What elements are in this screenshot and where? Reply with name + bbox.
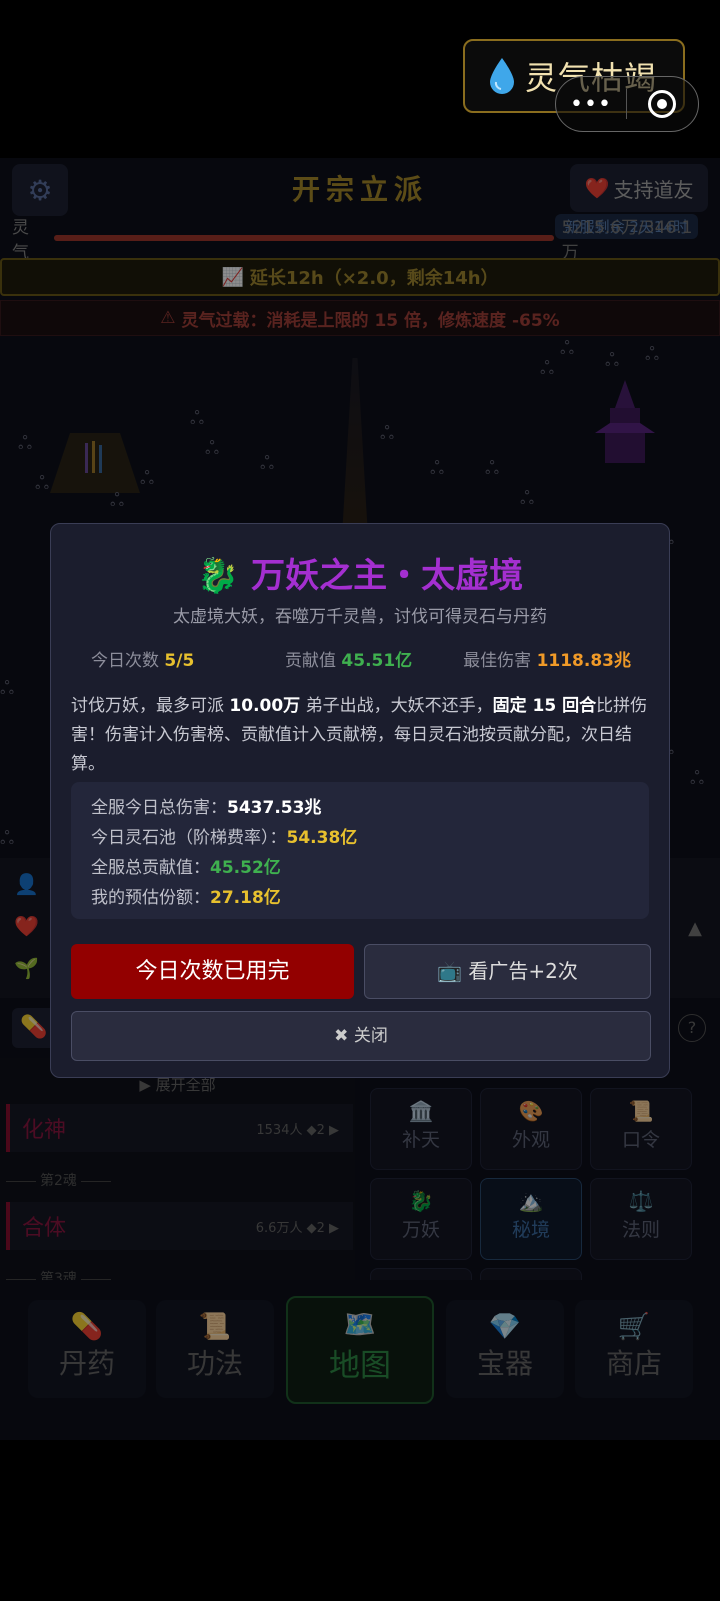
watch-ad-button[interactable]: 📺 看广告+2次 [364, 944, 651, 999]
target-icon [648, 90, 676, 118]
summary-value: 45.52亿 [210, 858, 281, 878]
summary-line: 今日灵石池（阶梯费率）：54.38亿 [91, 823, 649, 853]
summary-label: 今日灵石池（阶梯费率）： [91, 828, 287, 848]
desc-bold: 固定 15 回合 [492, 696, 597, 716]
dialog-title: 🐉 万妖之主・太虚境 [51, 548, 669, 597]
stat-label: 今日次数 [91, 651, 159, 671]
dialog-title-text: 万妖之主・太虚境 [251, 556, 524, 596]
close-icon: ✖ [334, 1026, 349, 1046]
mini-program-capsule: ••• [555, 76, 699, 132]
best-damage-stat: 最佳伤害 1118.83兆 [463, 646, 631, 671]
summary-value: 5437.53兆 [227, 798, 322, 818]
attempts-used-button[interactable]: 今日次数已用完 [71, 944, 354, 999]
summary-value: 54.38亿 [286, 828, 358, 848]
dragon-icon: 🐉 [196, 556, 240, 596]
desc-text: 弟子出战，大妖不还手， [300, 696, 493, 716]
dialog-stats: 今日次数 5/5 贡献值 45.51亿 最佳伤害 1118.83兆 [89, 646, 631, 672]
dialog-description: 讨伐万妖，最多可派 10.00万 弟子出战，大妖不还手，固定 15 回合比拼伤害… [71, 692, 649, 779]
contribution-stat: 贡献值 45.51亿 [285, 646, 412, 671]
desc-text: 讨伐万妖，最多可派 [71, 696, 230, 716]
tv-icon: 📺 [437, 959, 463, 983]
watch-ad-label: 看广告+2次 [468, 959, 578, 983]
stat-label: 最佳伤害 [463, 651, 532, 671]
summary-label: 全服今日总伤害： [91, 798, 227, 818]
summary-value: 27.18亿 [210, 888, 281, 908]
close-button[interactable]: ✖ 关闭 [71, 1011, 651, 1061]
summary-line: 我的预估份额：27.18亿 [91, 883, 649, 913]
summary-label: 我的预估份额： [91, 888, 210, 908]
server-summary-box: 全服今日总伤害：5437.53兆 今日灵石池（阶梯费率）：54.38亿 全服总贡… [71, 782, 649, 919]
stat-value: 45.51亿 [341, 651, 413, 671]
dialog-subtitle: 太虚境大妖，吞噬万千灵兽，讨伐可得灵石与丹药 [173, 607, 547, 627]
more-menu-button[interactable]: ••• [556, 92, 626, 117]
close-program-button[interactable] [627, 90, 697, 118]
today-count-stat: 今日次数 5/5 [91, 646, 194, 671]
stat-value: 1118.83兆 [536, 651, 631, 671]
summary-label: 全服总贡献值： [91, 858, 210, 878]
close-label: 关闭 [353, 1026, 388, 1046]
stat-label: 贡献值 [285, 651, 336, 671]
water-drop-icon [490, 58, 514, 94]
desc-bold: 10.00万 [229, 696, 301, 716]
stat-value: 5/5 [164, 651, 195, 671]
summary-line: 全服今日总伤害：5437.53兆 [91, 793, 649, 823]
summary-line: 全服总贡献值：45.52亿 [91, 853, 649, 883]
wanyao-boss-dialog: 🐉 万妖之主・太虚境 太虚境大妖，吞噬万千灵兽，讨伐可得灵石与丹药 今日次数 5… [50, 523, 670, 1078]
